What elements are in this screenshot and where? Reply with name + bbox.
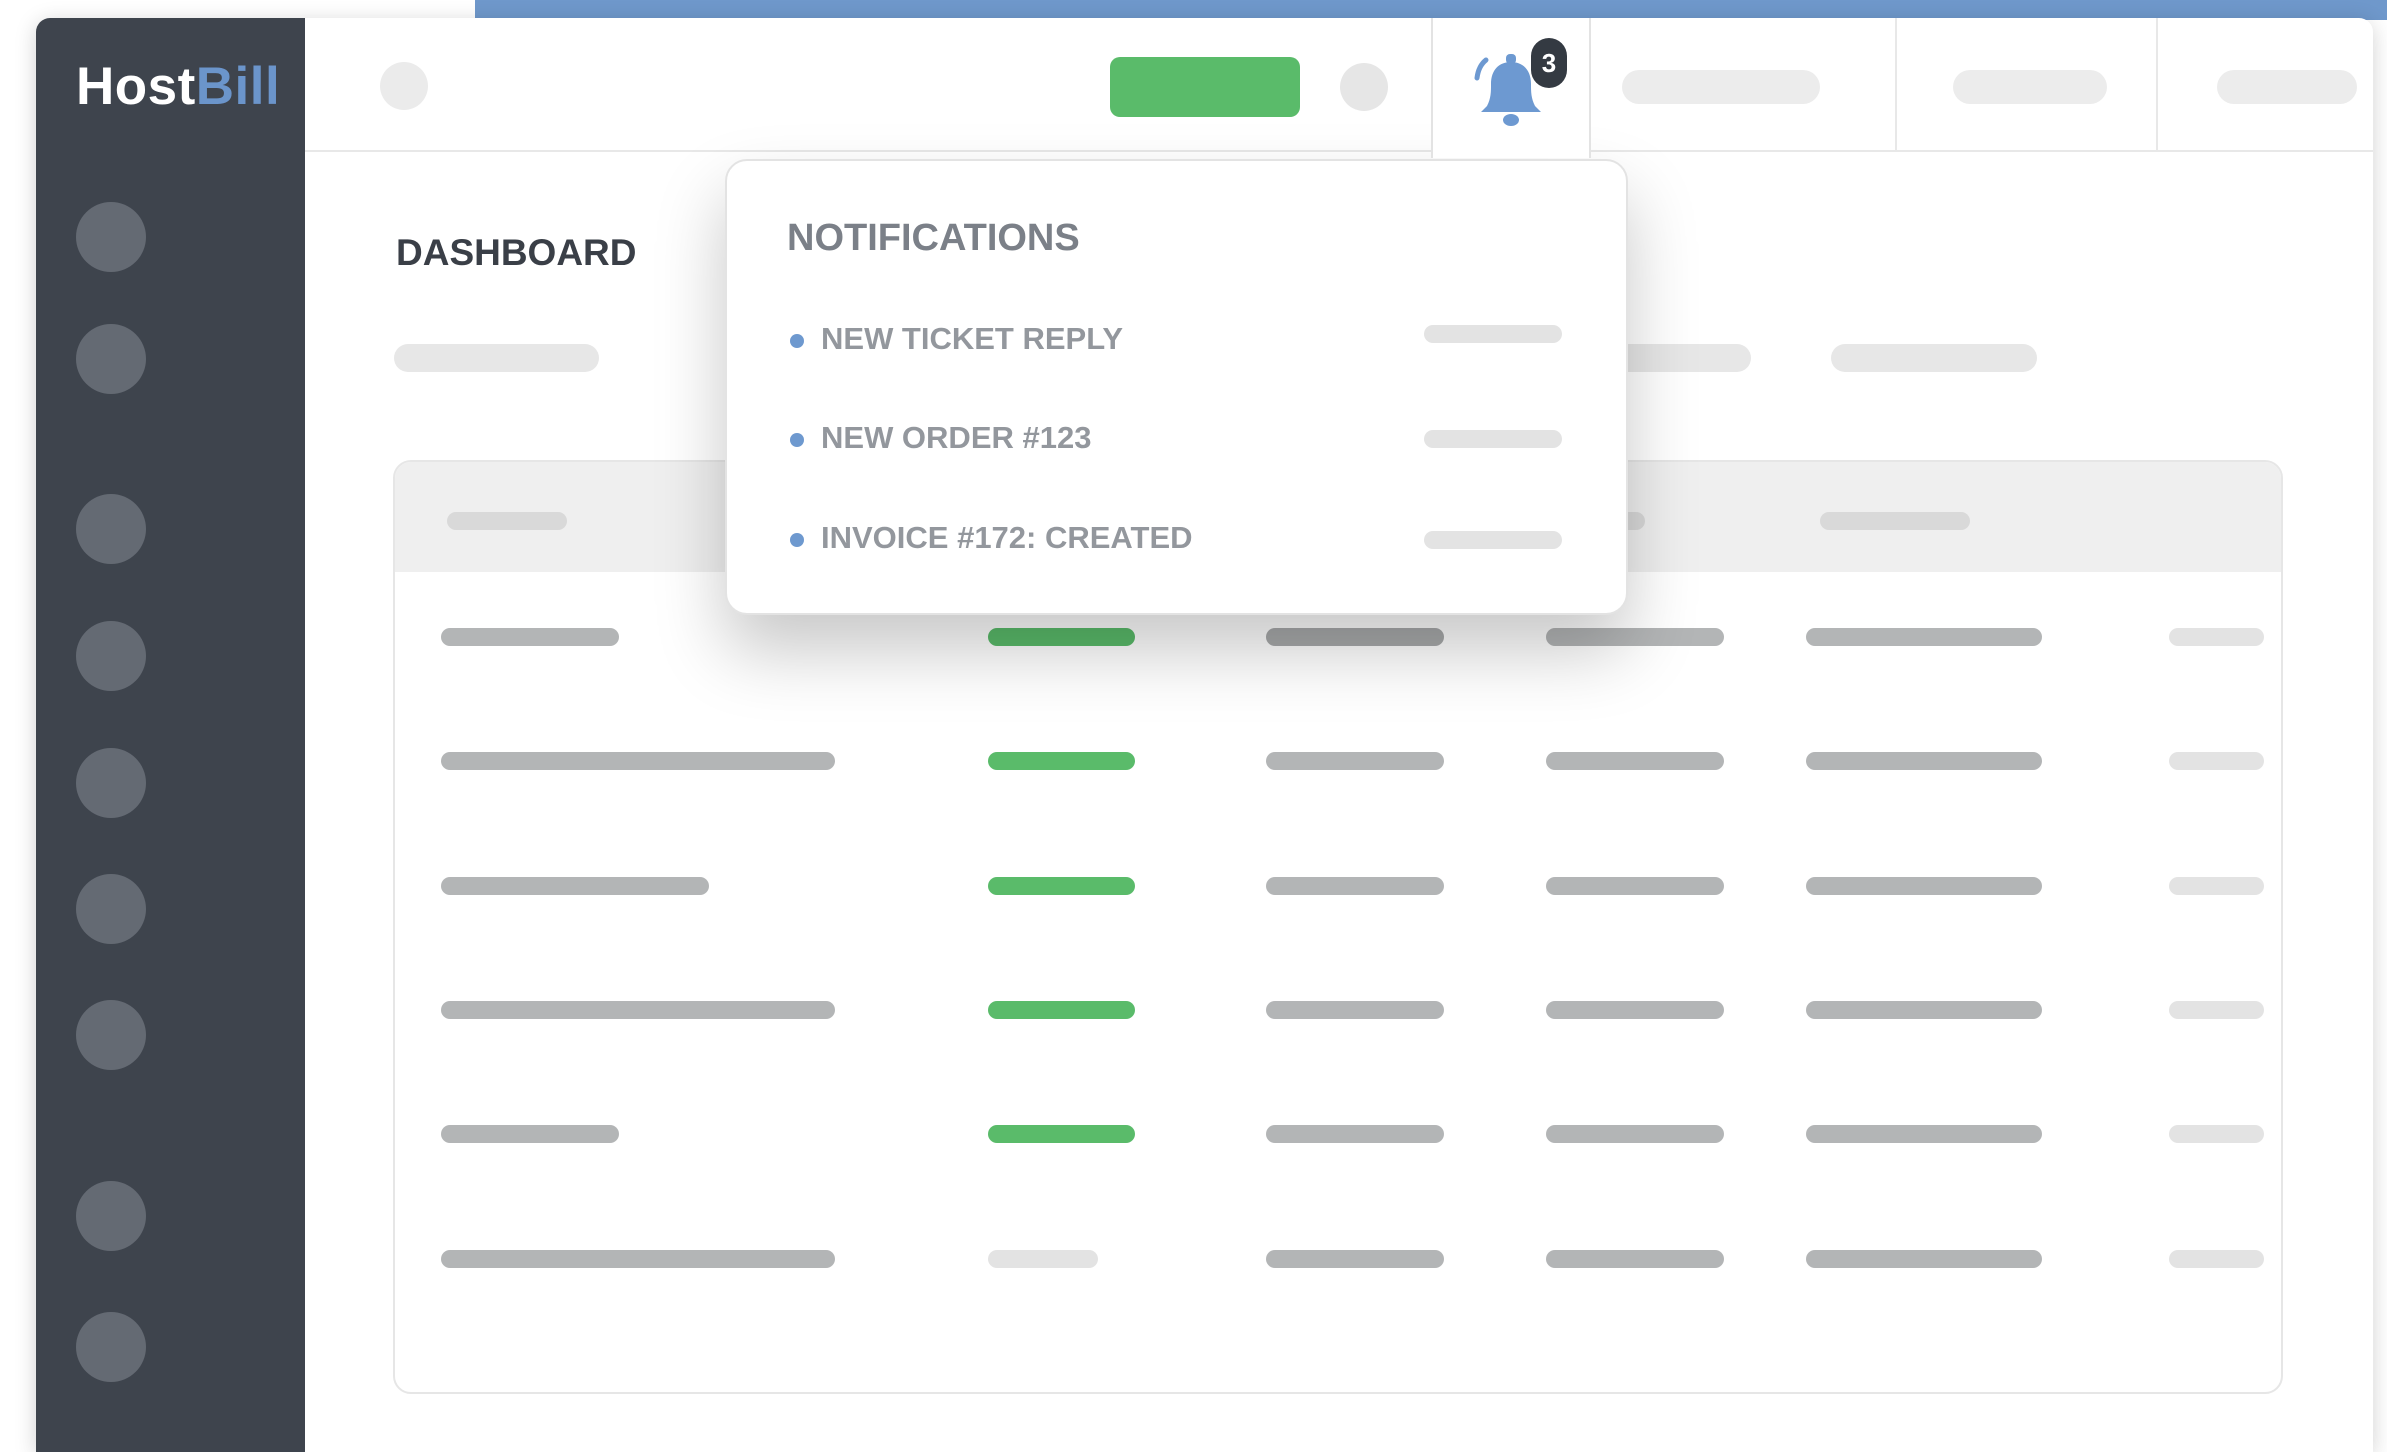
table-cell — [1266, 1250, 1444, 1268]
table-cell — [441, 752, 835, 770]
table-cell — [988, 877, 1135, 895]
table-cell — [2169, 628, 2264, 646]
table-cell — [441, 1250, 835, 1268]
table-row[interactable] — [395, 752, 2281, 770]
notification-label: NEW TICKET REPLY — [821, 321, 1123, 356]
notifications-bell-button[interactable]: 3 — [1431, 18, 1591, 158]
table-cell — [441, 628, 619, 646]
top-header — [305, 18, 2373, 152]
notifications-dropdown: NOTIFICATIONS NEW TICKET REPLY NEW ORDER… — [725, 159, 1628, 615]
notification-item[interactable]: NEW ORDER #123 — [787, 416, 1587, 462]
app-window: HostBill 3 DASHBOARD NOTIFICATIONS NEW T… — [36, 18, 2373, 1452]
sidebar-nav-icon[interactable] — [76, 494, 146, 564]
table-cell — [1546, 752, 1724, 770]
table-cell — [2169, 1250, 2264, 1268]
notification-time — [1424, 430, 1562, 448]
table-row[interactable] — [395, 1001, 2281, 1019]
notification-time — [1424, 531, 1562, 549]
table-row[interactable] — [395, 1250, 2281, 1268]
notification-count-badge: 3 — [1531, 38, 1567, 88]
table-cell — [441, 1001, 835, 1019]
table-cell — [1546, 628, 1724, 646]
sidebar: HostBill — [36, 18, 305, 1452]
sidebar-nav-icon[interactable] — [76, 324, 146, 394]
table-cell — [1546, 1125, 1724, 1143]
table-cell — [1806, 877, 2042, 895]
header-divider — [2156, 18, 2158, 152]
dashboard-tab[interactable] — [394, 344, 599, 372]
table-row[interactable] — [395, 877, 2281, 895]
header-primary-button[interactable] — [1110, 57, 1300, 117]
sidebar-nav-icon[interactable] — [76, 1181, 146, 1251]
page-title: DASHBOARD — [396, 232, 637, 273]
header-menu-item[interactable] — [1953, 70, 2107, 104]
table-row[interactable] — [395, 628, 2281, 646]
logo-text-host: Host — [76, 57, 196, 116]
table-cell — [1806, 1125, 2042, 1143]
table-cell — [988, 1001, 1135, 1019]
table-cell — [1806, 1250, 2042, 1268]
notification-time — [1424, 325, 1562, 343]
table-cell — [2169, 1125, 2264, 1143]
table-cell — [1266, 1001, 1444, 1019]
sidebar-nav-icon[interactable] — [76, 1312, 146, 1382]
logo-text-bill: Bill — [195, 57, 281, 116]
notifications-title: NOTIFICATIONS — [787, 217, 1080, 259]
header-user-icon[interactable] — [1340, 63, 1388, 111]
table-cell — [1546, 877, 1724, 895]
table-cell — [1546, 1250, 1724, 1268]
table-cell — [1266, 628, 1444, 646]
table-cell — [1806, 1001, 2042, 1019]
header-menu-item[interactable] — [1622, 70, 1820, 104]
table-cell — [988, 1250, 1098, 1268]
header-menu-icon[interactable] — [380, 62, 428, 110]
notification-item[interactable]: NEW TICKET REPLY — [787, 317, 1587, 363]
table-cell — [1806, 752, 2042, 770]
unread-dot-icon — [790, 533, 804, 547]
table-cell — [441, 877, 709, 895]
sidebar-nav-icon[interactable] — [76, 874, 146, 944]
header-menu-item[interactable] — [2217, 70, 2357, 104]
table-cell — [988, 752, 1135, 770]
screen-top-strip — [475, 0, 2387, 20]
table-cell — [1546, 1001, 1724, 1019]
notification-label: INVOICE #172: CREATED — [821, 520, 1193, 555]
notification-item[interactable]: INVOICE #172: CREATED — [787, 516, 1587, 562]
table-cell — [1266, 752, 1444, 770]
table-cell — [441, 1125, 619, 1143]
table-cell — [2169, 752, 2264, 770]
sidebar-nav-icon[interactable] — [76, 1000, 146, 1070]
screen: HostBill 3 DASHBOARD NOTIFICATIONS NEW T… — [0, 0, 2387, 1452]
unread-dot-icon — [790, 433, 804, 447]
header-divider — [1895, 18, 1897, 152]
table-cell — [1806, 628, 2042, 646]
sidebar-nav-icon[interactable] — [76, 748, 146, 818]
app-logo[interactable]: HostBill — [76, 56, 280, 117]
table-cell — [2169, 877, 2264, 895]
table-cell — [988, 1125, 1135, 1143]
dashboard-tab[interactable] — [1831, 344, 2037, 372]
table-row[interactable] — [395, 1125, 2281, 1143]
notification-label: NEW ORDER #123 — [821, 420, 1092, 455]
unread-dot-icon — [790, 334, 804, 348]
sidebar-nav-icon[interactable] — [76, 202, 146, 272]
table-cell — [2169, 1001, 2264, 1019]
table-cell — [1266, 877, 1444, 895]
column-header[interactable] — [1820, 512, 1970, 530]
table-cell — [1266, 1125, 1444, 1143]
column-header[interactable] — [447, 512, 567, 530]
table-cell — [988, 628, 1135, 646]
sidebar-nav-icon[interactable] — [76, 621, 146, 691]
